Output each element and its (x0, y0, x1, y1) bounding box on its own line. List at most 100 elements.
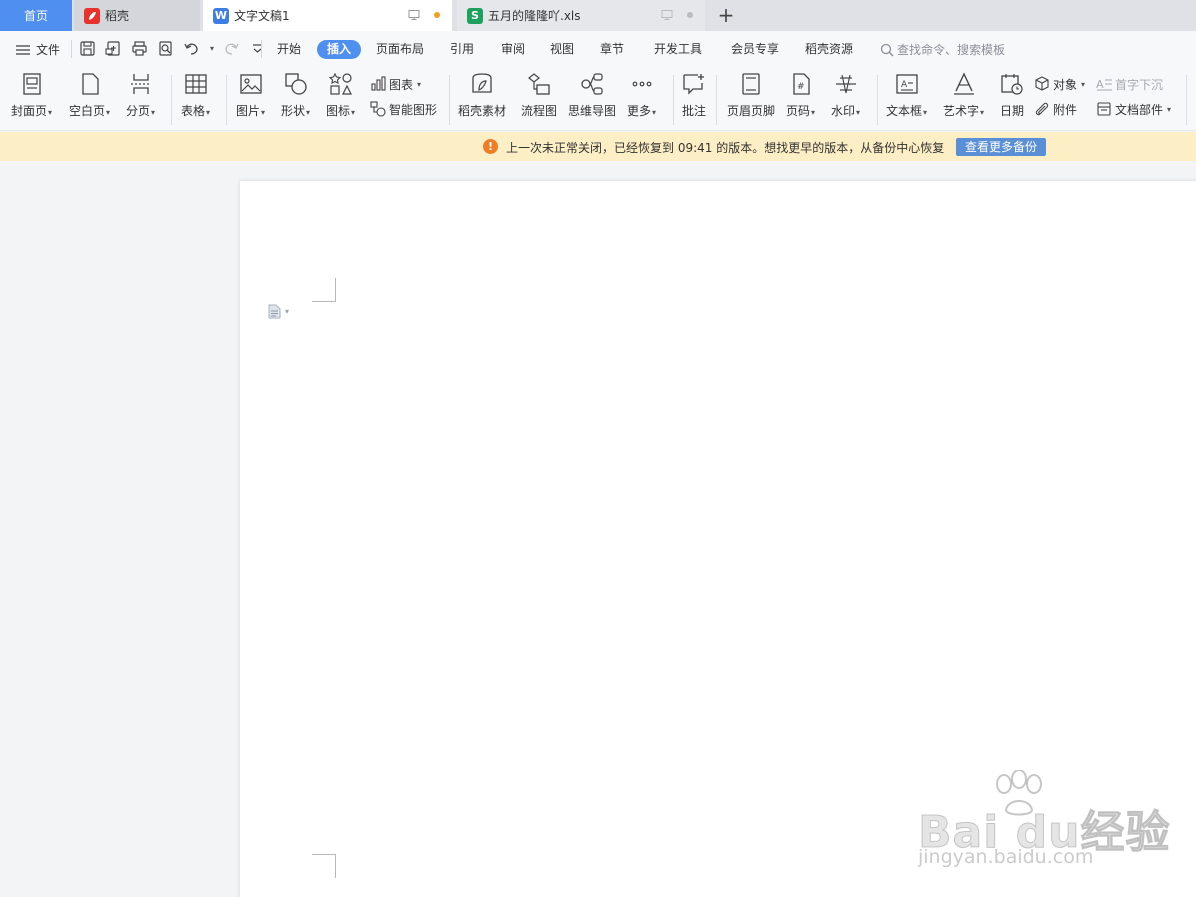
document-parts-label: 文档部件 (1115, 102, 1164, 117)
page-break-button[interactable]: 分页▾ (126, 72, 155, 122)
tab-document-label: 文字文稿1 (234, 9, 290, 23)
save-icon[interactable] (79, 40, 96, 57)
export-pdf-icon[interactable] (105, 40, 122, 57)
paperclip-icon (1035, 102, 1049, 116)
print-icon[interactable] (131, 40, 148, 57)
object-button[interactable]: 对象 ▾ (1034, 75, 1085, 93)
divider (226, 75, 227, 125)
watermark-button[interactable]: 水印▾ (831, 72, 860, 122)
command-search[interactable]: 查找命令、搜索模板 (880, 41, 1005, 58)
mindmap-label: 思维导图 (568, 104, 617, 118)
tab-bar: 首页 稻壳 W 文字文稿1 S 五月的隆隆吖.xls + (0, 0, 1196, 31)
divider (449, 75, 450, 125)
recovery-notice-text: 上一次未正常关闭，已经恢复到 09:41 的版本。想找更早的版本，从备份中心恢复 (506, 141, 945, 155)
divider (261, 40, 262, 58)
more-button[interactable]: 更多▾ (627, 72, 656, 122)
tab-daoke-label: 稻壳 (105, 9, 130, 23)
shape-button[interactable]: 形状▾ (281, 72, 310, 122)
material-library-icon (472, 73, 492, 93)
quick-access-toolbar: ▾ (79, 40, 266, 57)
cover-page-button[interactable]: 封面页▾ (11, 72, 52, 122)
undo-dropdown-icon[interactable]: ▾ (210, 44, 214, 53)
menu-view[interactable]: 视图 (550, 40, 574, 59)
menu-page-layout[interactable]: 页面布局 (376, 40, 424, 59)
menu-review[interactable]: 审阅 (501, 40, 525, 59)
print-preview-icon[interactable] (157, 40, 174, 57)
watermark-label: 水印 (831, 104, 856, 118)
cover-page-icon (22, 73, 41, 95)
menu-insert[interactable]: 插入 (317, 40, 362, 59)
textbox-button[interactable]: A 文本框▾ (886, 72, 927, 122)
svg-text:#: # (797, 82, 805, 92)
close-tab-icon[interactable] (687, 12, 693, 18)
unsaved-indicator-icon[interactable] (434, 12, 440, 18)
menu-bar: 文件 ▾ 开始 插入 页面布局 引用 审阅 视图 章节 开发工具 会员专享 稻壳… (0, 31, 1196, 67)
dropcap-button[interactable]: A 首字下沉 (1096, 75, 1163, 93)
paragraph-doc-icon (268, 304, 281, 319)
tab-home[interactable]: 首页 (0, 0, 72, 31)
menu-daoke-resources[interactable]: 稻壳资源 (805, 40, 853, 59)
hamburger-icon (16, 44, 30, 55)
smartart-label: 智能图形 (389, 102, 438, 117)
file-menu-button[interactable]: 文件 (16, 41, 60, 58)
tab-spreadsheet[interactable]: S 五月的隆隆吖.xls (457, 0, 705, 31)
shape-label: 形状 (281, 104, 306, 118)
picture-button[interactable]: 图片▾ (236, 72, 265, 122)
paragraph-layout-button[interactable]: ▾ (268, 304, 289, 319)
blank-page-button[interactable]: 空白页▾ (69, 72, 110, 122)
object-label: 对象 (1053, 77, 1078, 92)
daoke-logo-icon (84, 7, 100, 24)
header-footer-icon (742, 73, 760, 95)
customize-toolbar-icon[interactable] (249, 40, 266, 57)
picture-label: 图片 (236, 104, 261, 118)
tab-home-label: 首页 (23, 9, 48, 23)
mindmap-icon (581, 73, 603, 95)
view-more-backups-button[interactable]: 查看更多备份 (956, 138, 1046, 156)
mindmap-button[interactable]: 思维导图 (568, 72, 616, 122)
dropcap-label: 首字下沉 (1115, 77, 1164, 92)
cover-page-label: 封面页 (11, 104, 48, 118)
wordart-button[interactable]: 艺术字▾ (943, 72, 984, 122)
menu-start[interactable]: 开始 (277, 40, 301, 59)
date-button[interactable]: 日期 (1000, 72, 1024, 122)
chart-icon (371, 76, 386, 91)
svg-text:A: A (901, 80, 908, 90)
new-tab-button[interactable]: + (716, 4, 736, 26)
comment-icon (683, 74, 704, 95)
smartart-button[interactable]: 智能图形 (370, 100, 437, 118)
page-number-icon: # (792, 73, 810, 95)
file-menu-label: 文件 (36, 43, 61, 57)
comment-button[interactable]: 批注 (682, 72, 706, 122)
paragraph-dropdown-icon: ▾ (285, 307, 290, 316)
comment-label: 批注 (682, 104, 707, 118)
divider (171, 75, 172, 125)
daoke-material-button[interactable]: 稻壳素材 (458, 72, 506, 122)
chart-label: 图表 (389, 77, 414, 92)
redo-icon[interactable] (223, 40, 240, 57)
monitor-icon[interactable] (661, 9, 673, 21)
menu-member[interactable]: 会员专享 (731, 40, 779, 59)
monitor-icon[interactable] (408, 9, 420, 21)
icon-library-button[interactable]: 图标▾ (326, 72, 355, 122)
menu-developer[interactable]: 开发工具 (654, 40, 702, 59)
menu-references[interactable]: 引用 (450, 40, 474, 59)
tab-daoke[interactable]: 稻壳 (74, 0, 200, 31)
attachment-button[interactable]: 附件 (1034, 100, 1077, 118)
icon-library-label: 图标 (326, 104, 351, 118)
table-label: 表格 (181, 104, 206, 118)
baidu-jingyan-watermark: Bai du经验 jingyan.baidu.com (917, 770, 1170, 880)
chart-button[interactable]: 图表 ▾ (370, 75, 421, 93)
menu-chapter[interactable]: 章节 (600, 40, 624, 59)
daoke-material-label: 稻壳素材 (458, 104, 507, 118)
header-footer-button[interactable]: 页眉页脚 (727, 72, 775, 122)
calendar-clock-icon (1001, 74, 1023, 95)
undo-icon[interactable] (183, 40, 200, 57)
page-number-button[interactable]: # 页码▾ (786, 72, 815, 122)
wordart-label: 艺术字 (943, 104, 980, 118)
tab-document[interactable]: W 文字文稿1 (203, 0, 452, 31)
spreadsheet-doc-icon: S (467, 7, 483, 24)
document-parts-button[interactable]: 文档部件 ▾ (1096, 100, 1171, 118)
table-button[interactable]: 表格▾ (181, 72, 210, 122)
flowchart-button[interactable]: 流程图 (521, 72, 557, 122)
document-parts-icon (1097, 102, 1111, 116)
